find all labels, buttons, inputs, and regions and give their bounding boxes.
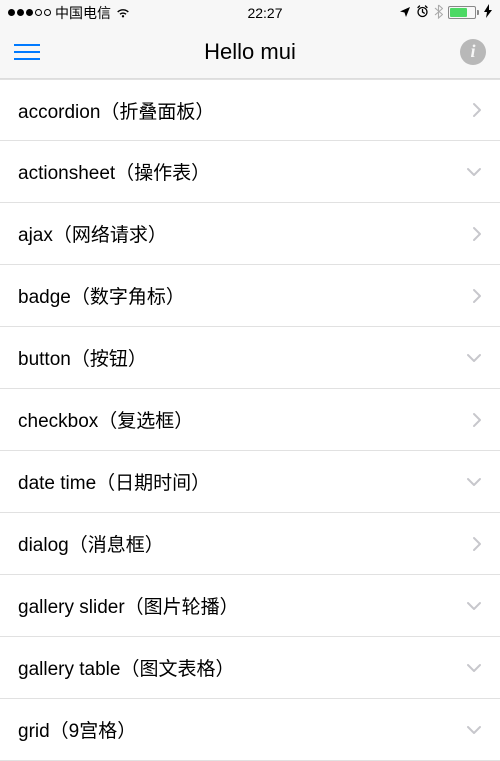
list-item-label: badge（数字角标）: [18, 282, 185, 309]
list-item[interactable]: actionsheet（操作表）: [0, 141, 500, 203]
location-icon: [399, 5, 411, 21]
chevron-right-icon: [472, 102, 482, 118]
signal-strength-icon: [8, 9, 51, 16]
bluetooth-icon: [434, 4, 443, 22]
chevron-down-icon: [466, 601, 482, 611]
list-item-label: accordion（折叠面板）: [18, 97, 214, 124]
chevron-right-icon: [472, 536, 482, 552]
chevron-right-icon: [472, 226, 482, 242]
wifi-icon: [115, 7, 131, 19]
list-item-label: ajax（网络请求）: [18, 220, 167, 247]
list-item-label: dialog（消息框）: [18, 530, 164, 557]
list-item-label: grid（9宫格）: [18, 716, 136, 743]
list-item-label: checkbox（复选框）: [18, 406, 193, 433]
chevron-down-icon: [466, 477, 482, 487]
list-item-label: button（按钮）: [18, 344, 147, 371]
list-item[interactable]: date time（日期时间）: [0, 451, 500, 513]
alarm-icon: [416, 5, 429, 21]
status-time: 22:27: [247, 5, 282, 21]
menu-icon[interactable]: [14, 44, 40, 60]
carrier-label: 中国电信: [55, 3, 111, 23]
chevron-down-icon: [466, 663, 482, 673]
chevron-down-icon: [466, 725, 482, 735]
chevron-right-icon: [472, 412, 482, 428]
chevron-down-icon: [466, 167, 482, 177]
list-item[interactable]: ajax（网络请求）: [0, 203, 500, 265]
list-item[interactable]: grid（9宫格）: [0, 699, 500, 761]
nav-bar: Hello mui i: [0, 25, 500, 79]
list-item[interactable]: badge（数字角标）: [0, 265, 500, 327]
list-item-label: gallery slider（图片轮播）: [18, 592, 239, 619]
list-item-label: gallery table（图文表格）: [18, 654, 234, 681]
battery-icon: [448, 6, 479, 19]
list-item[interactable]: checkbox（复选框）: [0, 389, 500, 451]
list-item[interactable]: accordion（折叠面板）: [0, 79, 500, 141]
info-icon[interactable]: i: [460, 39, 486, 65]
status-left: 中国电信: [8, 3, 131, 23]
list-item[interactable]: gallery slider（图片轮播）: [0, 575, 500, 637]
chevron-right-icon: [472, 288, 482, 304]
list-item-label: date time（日期时间）: [18, 468, 210, 495]
list-item[interactable]: gallery table（图文表格）: [0, 637, 500, 699]
status-bar: 中国电信 22:27: [0, 0, 500, 25]
list-item-label: actionsheet（操作表）: [18, 158, 210, 185]
component-list: accordion（折叠面板） actionsheet（操作表） ajax（网络请求…: [0, 79, 500, 761]
list-item[interactable]: button（按钮）: [0, 327, 500, 389]
chevron-down-icon: [466, 353, 482, 363]
list-item[interactable]: dialog（消息框）: [0, 513, 500, 575]
status-right: [399, 4, 492, 22]
charging-icon: [484, 4, 492, 21]
page-title: Hello mui: [204, 39, 296, 65]
